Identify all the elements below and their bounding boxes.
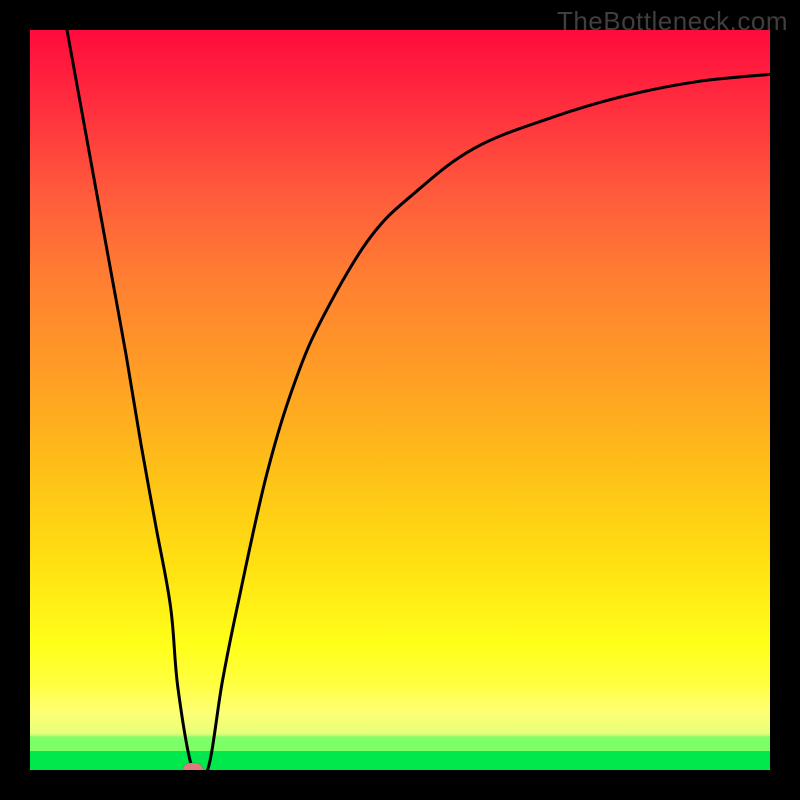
curve-svg xyxy=(30,30,770,770)
chart-container: TheBottleneck.com xyxy=(0,0,800,800)
bottleneck-curve xyxy=(67,30,770,770)
plot-area xyxy=(30,30,770,770)
watermark-label: TheBottleneck.com xyxy=(557,6,788,37)
optimal-point-marker xyxy=(183,763,203,770)
